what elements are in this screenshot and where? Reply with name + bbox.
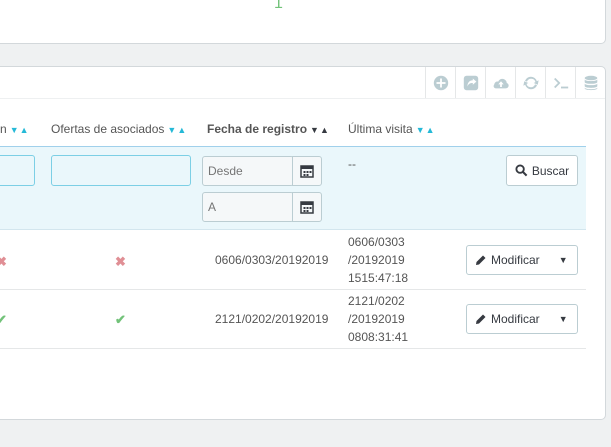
sort-arrows-icon[interactable]: ▼▲	[310, 125, 330, 135]
list-toolbar	[425, 67, 605, 99]
header-date-label: Fecha de registro	[207, 122, 308, 136]
chevron-down-icon[interactable]: ▼	[550, 255, 577, 265]
search-button[interactable]: Buscar	[506, 155, 578, 186]
registration-date: 0606/0303/20192019	[215, 253, 329, 267]
offers-yes-icon[interactable]: ✔	[115, 312, 126, 328]
pencil-icon	[476, 255, 486, 265]
cloud-upload-icon[interactable]	[485, 67, 515, 99]
offers-no-icon[interactable]: ✖	[115, 254, 126, 270]
customers-list-panel	[0, 66, 606, 420]
date-from-input[interactable]	[202, 156, 294, 186]
edit-button[interactable]: Modificar ▼	[466, 304, 578, 334]
header-newsletter-label: n	[0, 122, 7, 136]
plus-circle-icon[interactable]	[425, 67, 455, 99]
header-last-visit-label: Última visita	[348, 122, 413, 136]
offers-filter[interactable]	[51, 155, 191, 186]
search-button-label: Buscar	[531, 163, 570, 178]
header-offers[interactable]: Ofertas de asociados ▼▲	[51, 122, 187, 136]
edit-button[interactable]: Modificar ▼	[466, 245, 578, 275]
last-visit-year: /20192019	[348, 253, 405, 267]
last-visit-time: 1515:47:18	[348, 271, 409, 285]
search-icon	[515, 164, 528, 177]
date-to-input[interactable]	[202, 192, 294, 222]
toolbar-divider	[0, 98, 605, 99]
header-newsletter[interactable]: n ▼▲	[0, 122, 30, 136]
registration-date: 2121/0202/20192019	[215, 312, 329, 326]
header-offers-label: Ofertas de asociados	[51, 122, 165, 136]
sort-arrows-icon[interactable]: ▼▲	[167, 125, 187, 135]
edit-button-label: Modificar	[491, 312, 540, 326]
export-icon[interactable]	[455, 67, 485, 99]
database-icon[interactable]	[575, 67, 605, 99]
header-last-visit[interactable]: Última visita ▼▲	[348, 122, 436, 136]
refresh-icon[interactable]	[515, 67, 545, 99]
last-visit-time: 0808:31:41	[348, 330, 409, 344]
newsletter-yes-icon[interactable]: ✔	[0, 312, 7, 328]
last-visit-filter-value: --	[348, 157, 356, 171]
newsletter-no-icon[interactable]: ✖	[0, 254, 7, 270]
edit-main[interactable]: Modificar	[467, 312, 550, 326]
summary-panel: 1	[0, 0, 606, 44]
edit-main[interactable]: Modificar	[467, 253, 550, 267]
sort-arrows-icon[interactable]: ▼▲	[10, 125, 30, 135]
last-visit-date: 2121/0202	[348, 294, 405, 308]
sort-arrows-icon[interactable]: ▼▲	[416, 125, 436, 135]
terminal-icon[interactable]	[545, 67, 575, 99]
row-divider	[0, 348, 586, 349]
chevron-down-icon[interactable]: ▼	[550, 314, 577, 324]
edit-button-label: Modificar	[491, 253, 540, 267]
calendar-icon[interactable]	[292, 192, 322, 222]
header-date[interactable]: Fecha de registro ▼▲	[207, 122, 330, 136]
row-divider	[0, 289, 586, 290]
calendar-icon[interactable]	[292, 156, 322, 186]
summary-count: 1	[274, 0, 283, 12]
newsletter-filter[interactable]	[0, 155, 35, 186]
pencil-icon	[476, 314, 486, 324]
last-visit-date: 0606/0303	[348, 235, 405, 249]
last-visit-year: /20192019	[348, 312, 405, 326]
